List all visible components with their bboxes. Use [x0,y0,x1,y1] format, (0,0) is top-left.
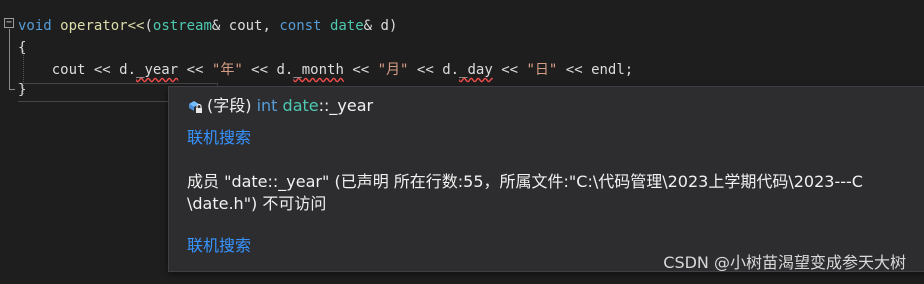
code-text: << [178,62,212,78]
error-field-year[interactable]: _year [136,62,178,78]
string-year: "年" [211,62,243,78]
symbol-member: ::_year [318,96,374,115]
symbol-kind: (字段) [207,96,252,115]
type-date: date [329,18,364,34]
error-field-day[interactable]: _day [459,62,493,78]
open-paren: ( [144,18,153,34]
collapse-toggle-icon[interactable]: − [4,18,14,28]
type-ostream: ostream [152,18,212,34]
symbol-scope: date [282,96,319,115]
symbol-type: int [256,96,278,115]
code-line-1[interactable]: void operator<<(ostream& cout, const dat… [18,16,397,36]
error-field-month[interactable]: _month [293,62,344,78]
code-text: << d. [408,62,460,78]
keyword-void: void [18,18,52,34]
code-text: << endl; [557,62,634,78]
code-text: << [492,62,527,78]
function-name: operator<< [60,18,145,34]
code-line-4[interactable]: } [18,80,26,100]
param-d: & d) [363,18,398,34]
code-line-3[interactable]: cout << d._year << "年" << d._month << "月… [18,60,634,80]
code-text: cout << d. [51,62,137,78]
string-day: "日" [526,62,558,78]
param-cout: & cout, [211,18,280,34]
code-line-2[interactable]: { [18,38,26,58]
string-month: "月" [377,62,409,78]
field-lock-icon [189,101,202,113]
watermark: CSDN @小树苗渴望变成参天大树 [663,253,906,272]
code-text: << [343,62,378,78]
error-description-line-2: \date.h") 不可访问 [187,194,327,213]
keyword-const: const [279,18,322,34]
code-text: << d. [242,62,294,78]
fold-guide-line [9,29,10,90]
online-search-link-1[interactable]: 联机搜索 [187,127,251,149]
tooltip-signature: (字段) int date::_year [187,95,373,117]
fold-guide-end [9,89,15,90]
online-search-link-2[interactable]: 联机搜索 [187,235,251,257]
error-description-line-1: 成员 "date::_year" (已声明 所在行数:55，所属文件:"C:\代… [187,172,863,191]
quickinfo-tooltip: (字段) int date::_year 联机搜索 成员 "date::_yea… [168,86,924,272]
